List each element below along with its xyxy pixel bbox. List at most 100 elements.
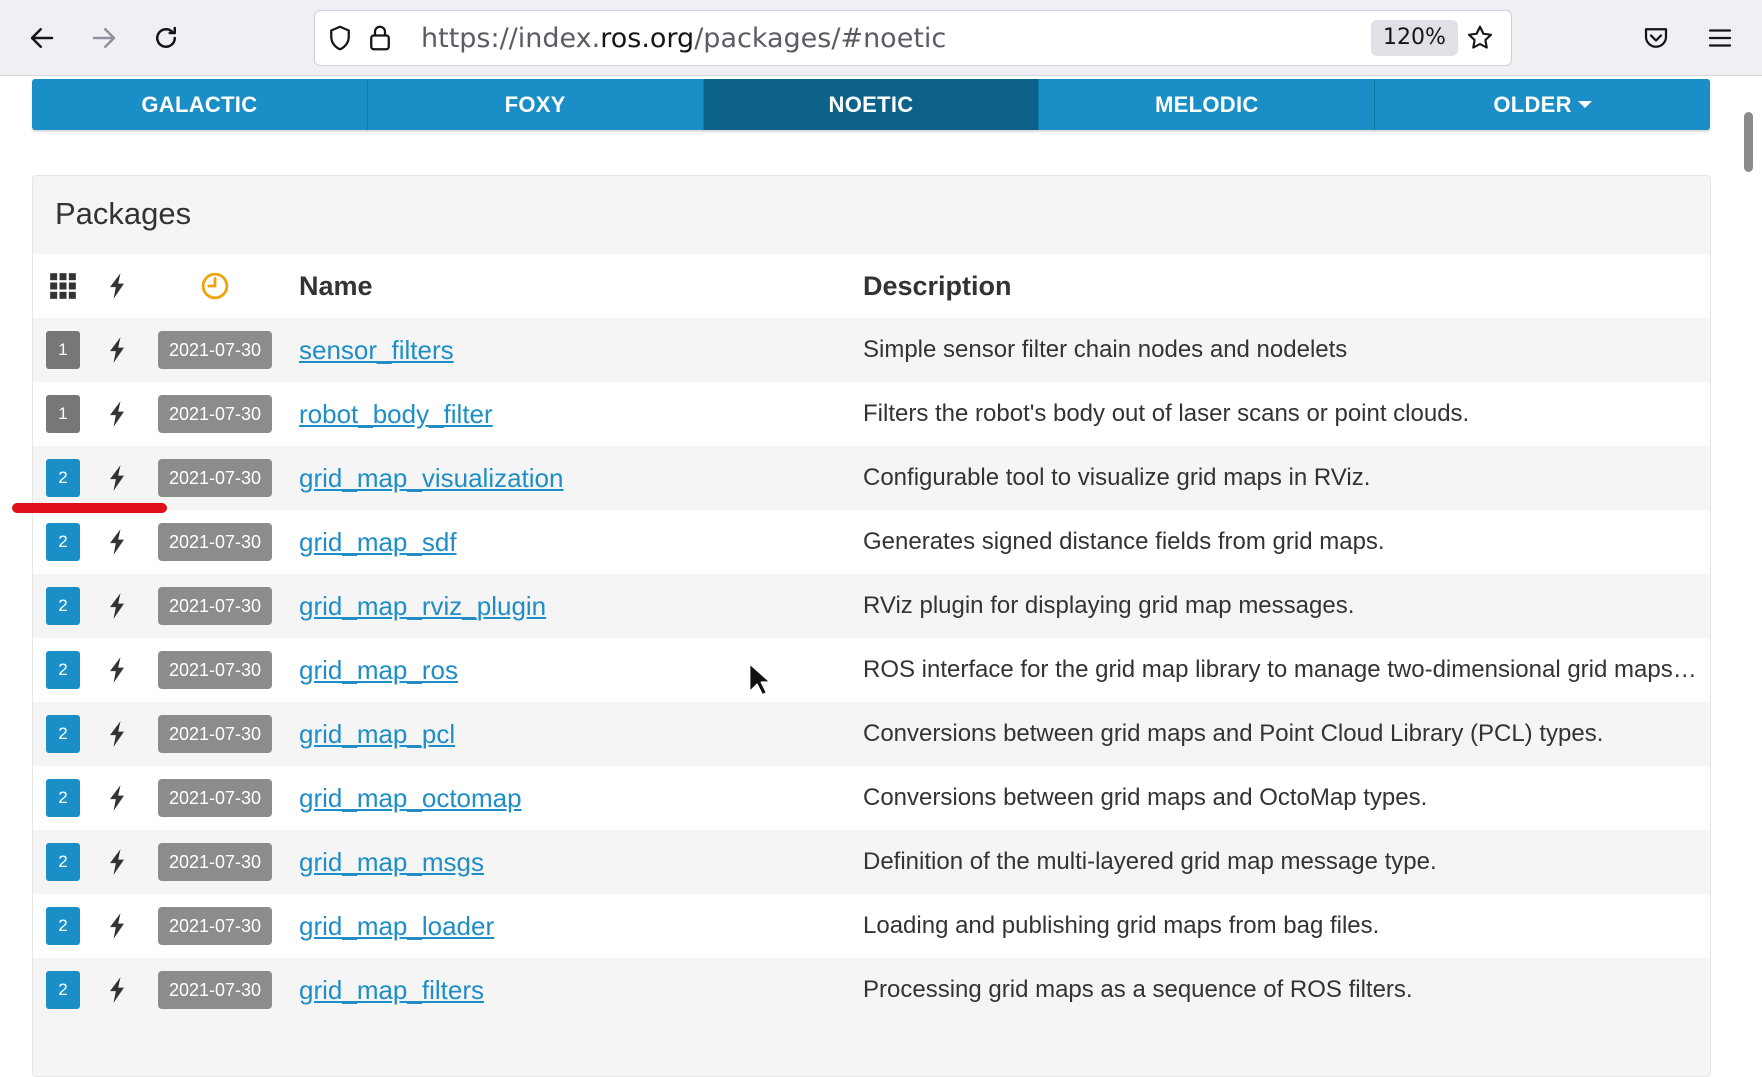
release-date-badge: 2021-07-30 <box>157 587 273 625</box>
package-link[interactable]: grid_map_loader <box>299 911 494 942</box>
caret-down-icon <box>1577 101 1592 108</box>
header-bolt-cell[interactable] <box>101 254 133 318</box>
package-link[interactable]: grid_map_sdf <box>299 527 457 558</box>
url-text[interactable]: https://index.ros.org/packages/#noetic <box>421 23 946 54</box>
version-badge[interactable]: 2 <box>46 459 80 497</box>
bolt-cell <box>101 446 133 510</box>
bolt-icon <box>110 401 124 427</box>
bookmark-star-icon[interactable] <box>1465 23 1495 53</box>
table-row: 2 2021-07-30 grid_map_sdf Generates signed … <box>33 510 1710 574</box>
lock-icon[interactable] <box>365 23 395 53</box>
package-description: Conversions between grid maps and OctoMa… <box>863 784 1428 811</box>
description-cell: Processing grid maps as a sequence of RO… <box>863 958 1703 1022</box>
date-cell: 2021-07-30 <box>151 574 279 638</box>
header-name[interactable]: Name <box>299 254 779 318</box>
panel-title: Packages <box>55 196 192 231</box>
name-cell: sensor_filters <box>299 318 779 382</box>
package-description: ROS interface for the grid map library t… <box>863 656 1703 683</box>
description-cell: Configurable tool to visualize grid maps… <box>863 446 1703 510</box>
version-cell: 2 <box>45 446 81 510</box>
version-badge[interactable]: 2 <box>46 843 80 881</box>
header-version-cell[interactable] <box>45 254 81 318</box>
browser-toolbar: https://index.ros.org/packages/#noetic 1… <box>0 0 1762 76</box>
description-cell: Generates signed distance fields from gr… <box>863 510 1703 574</box>
package-link[interactable]: robot_body_filter <box>299 399 493 430</box>
bolt-cell <box>101 702 133 766</box>
name-cell: grid_map_filters <box>299 958 779 1022</box>
package-link[interactable]: grid_map_msgs <box>299 847 484 878</box>
tab-foxy[interactable]: FOXY <box>368 79 704 130</box>
version-badge[interactable]: 2 <box>46 715 80 753</box>
package-description: Filters the robot's body out of laser sc… <box>863 400 1470 427</box>
table-row: 2 2021-07-30 grid_map_visualization Configu… <box>33 446 1710 510</box>
release-date-badge: 2021-07-30 <box>157 779 273 817</box>
description-cell: Filters the robot's body out of laser sc… <box>863 382 1703 446</box>
grid-icon <box>50 273 76 299</box>
package-link[interactable]: grid_map_visualization <box>299 463 563 494</box>
package-description: Processing grid maps as a sequence of RO… <box>863 976 1413 1003</box>
table-row: 2 2021-07-30 grid_map_ros ROS interface for… <box>33 638 1710 702</box>
bolt-cell <box>101 382 133 446</box>
package-description: Conversions between grid maps and Point … <box>863 720 1604 747</box>
page-scrollbar-thumb[interactable] <box>1744 112 1753 172</box>
bolt-icon <box>110 721 124 747</box>
version-cell: 2 <box>45 894 81 958</box>
version-badge[interactable]: 1 <box>46 395 80 433</box>
table-row: 2 2021-07-30 grid_map_filters Processing gr… <box>33 958 1710 1022</box>
header-date-cell[interactable] <box>151 254 279 318</box>
package-link[interactable]: grid_map_octomap <box>299 783 522 814</box>
version-badge[interactable]: 2 <box>46 587 80 625</box>
package-link[interactable]: sensor_filters <box>299 335 454 366</box>
pocket-button[interactable] <box>1632 14 1680 62</box>
zoom-level-badge[interactable]: 120% <box>1371 20 1458 56</box>
tab-noetic[interactable]: NOETIC <box>703 79 1040 130</box>
date-cell: 2021-07-30 <box>151 702 279 766</box>
table-header-row: Name Description <box>33 254 1710 318</box>
reload-button[interactable] <box>142 14 190 62</box>
tab-galactic[interactable]: GALACTIC <box>32 79 368 130</box>
date-cell: 2021-07-30 <box>151 894 279 958</box>
bolt-icon <box>110 337 124 363</box>
version-cell: 2 <box>45 830 81 894</box>
package-link[interactable]: grid_map_pcl <box>299 719 455 750</box>
tab-older-dropdown[interactable]: OLDER <box>1375 79 1710 130</box>
app-menu-button[interactable] <box>1696 14 1744 62</box>
date-cell: 2021-07-30 <box>151 510 279 574</box>
bolt-icon <box>110 849 124 875</box>
date-cell: 2021-07-30 <box>151 382 279 446</box>
url-bar[interactable]: https://index.ros.org/packages/#noetic 1… <box>314 10 1512 66</box>
bolt-cell <box>101 830 133 894</box>
version-badge[interactable]: 2 <box>46 523 80 561</box>
package-link[interactable]: grid_map_filters <box>299 975 484 1006</box>
description-cell: RViz plugin for displaying grid map mess… <box>863 574 1703 638</box>
forward-button[interactable] <box>80 14 128 62</box>
tab-melodic[interactable]: MELODIC <box>1039 79 1376 130</box>
back-button[interactable] <box>18 14 66 62</box>
url-prefix: https://index. <box>421 23 601 54</box>
version-badge[interactable]: 2 <box>46 651 80 689</box>
bolt-cell <box>101 510 133 574</box>
red-annotation-mark <box>12 503 167 513</box>
shield-icon[interactable] <box>325 23 355 53</box>
version-badge[interactable]: 1 <box>46 331 80 369</box>
package-description: Definition of the multi-layered grid map… <box>863 848 1437 875</box>
name-cell: grid_map_loader <box>299 894 779 958</box>
package-link[interactable]: grid_map_ros <box>299 655 458 686</box>
version-cell: 2 <box>45 510 81 574</box>
version-badge[interactable]: 2 <box>46 971 80 1009</box>
package-link[interactable]: grid_map_rviz_plugin <box>299 591 546 622</box>
header-description[interactable]: Description <box>863 254 1703 318</box>
hamburger-menu-icon <box>1708 29 1732 47</box>
table-row: 1 2021-07-30 sensor_filters Simple sensor f… <box>33 318 1710 382</box>
name-cell: grid_map_visualization <box>299 446 779 510</box>
version-badge[interactable]: 2 <box>46 907 80 945</box>
version-badge[interactable]: 2 <box>46 779 80 817</box>
table-row: 2 2021-07-30 grid_map_octomap Conversions b… <box>33 766 1710 830</box>
name-cell: robot_body_filter <box>299 382 779 446</box>
name-cell: grid_map_ros <box>299 638 779 702</box>
package-description: Configurable tool to visualize grid maps… <box>863 464 1371 491</box>
description-cell: Conversions between grid maps and OctoMa… <box>863 766 1703 830</box>
bolt-cell <box>101 574 133 638</box>
date-cell: 2021-07-30 <box>151 638 279 702</box>
release-date-badge: 2021-07-30 <box>157 843 273 881</box>
